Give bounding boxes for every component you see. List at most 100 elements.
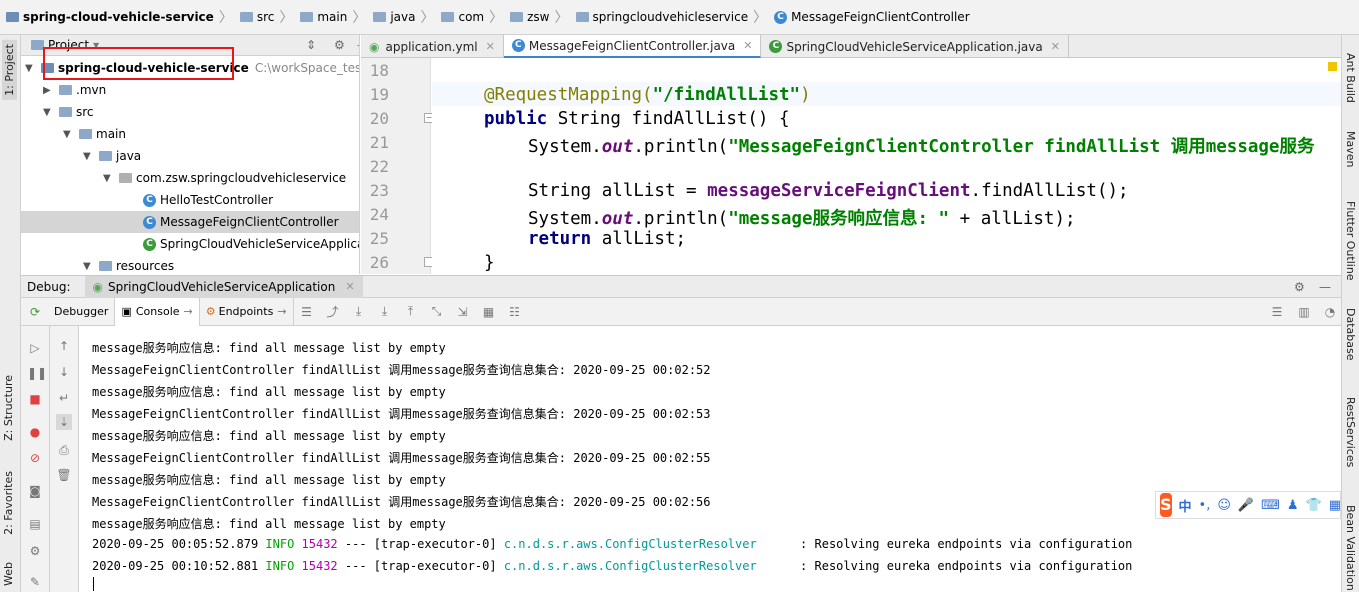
step-into-icon[interactable]: ⤓	[375, 302, 395, 322]
gear-icon[interactable]: ⚙	[27, 543, 43, 559]
code-line-20: public String findAllList() {	[484, 109, 790, 129]
drop-frame-icon[interactable]: ⤡	[427, 302, 447, 322]
resources-folder-icon	[99, 261, 112, 271]
tool-tab-database[interactable]: Database	[1344, 308, 1357, 361]
user-icon[interactable]: ♟	[1287, 498, 1299, 513]
rerun-icon[interactable]: ⟳	[25, 302, 45, 322]
camera-icon[interactable]: ◙	[27, 483, 43, 499]
close-icon[interactable]: ✕	[1051, 40, 1060, 53]
skin-icon[interactable]: 👕	[1306, 498, 1322, 513]
close-icon[interactable]: ✕	[345, 280, 354, 293]
breadcrumb-item-zsw[interactable]: zsw 〉	[510, 7, 575, 27]
tool-tab-structure[interactable]: Z: Structure	[2, 375, 15, 441]
breadcrumb-item-package[interactable]: springcloudvehicleservice 〉	[575, 7, 775, 27]
tool-tab-flutter-outline[interactable]: Flutter Outline	[1344, 201, 1357, 281]
show-execution-point-icon[interactable]: ⤴	[323, 302, 343, 322]
console-line: message服务响应信息: find all message list by …	[92, 341, 446, 355]
tree-item-mvn[interactable]: ▶ .mvn	[43, 79, 106, 101]
debug-panel-header: Debug: ◉ SpringCloudVehicleServiceApplic…	[21, 275, 1341, 298]
line-number: 22	[369, 157, 389, 176]
console-output[interactable]: message服务响应信息: find all message list by …	[80, 326, 1341, 592]
code-line-23: String allList = messageServiceFeignClie…	[528, 181, 1129, 201]
soft-wrap-icon[interactable]: ↵	[56, 390, 72, 406]
tool-tab-favorites[interactable]: 2: Favorites	[2, 471, 15, 535]
console-side-toolbar: ↑ ↓ ↵ ⇣ ⎙ 🗑	[50, 326, 79, 592]
tab-messagefeignclientcontroller[interactable]: C MessageFeignClientController.java ✕	[503, 35, 762, 58]
tree-item-hellotestcontroller[interactable]: C HelloTestController	[143, 189, 273, 211]
emoji-icon[interactable]: ☺	[1217, 498, 1231, 513]
close-icon[interactable]: ✕	[486, 40, 495, 53]
class-icon: C	[511, 39, 525, 52]
pin-icon[interactable]: ✎	[27, 574, 43, 590]
tree-item-java[interactable]: ▼ java	[83, 145, 141, 167]
tool-tab-restservices[interactable]: RestServices	[1344, 397, 1357, 467]
class-icon: C	[143, 193, 156, 207]
evaluate-icon[interactable]: ▦	[479, 302, 499, 322]
layout-icon[interactable]: ▤	[27, 516, 43, 532]
tool-tab-ant-build[interactable]: Ant Build	[1344, 53, 1357, 103]
debug-session-tab[interactable]: ◉ SpringCloudVehicleServiceApplication ✕	[84, 275, 363, 298]
hide-icon[interactable]: —	[357, 38, 359, 52]
breadcrumb-item-class[interactable]: C MessageFeignClientController	[774, 10, 970, 24]
mute-breakpoints-icon[interactable]: ⊘	[27, 450, 43, 466]
pause-icon[interactable]: ❚❚	[27, 365, 47, 381]
line-number: 26	[369, 253, 389, 272]
run-to-cursor-icon[interactable]: ⇲	[453, 302, 473, 322]
tab-springcloudvehicleserviceapplication[interactable]: C SpringCloudVehicleServiceApplication.j…	[761, 35, 1069, 58]
tab-debugger[interactable]: Debugger	[48, 297, 116, 326]
breadcrumb-item-com[interactable]: com 〉	[441, 7, 510, 27]
tree-item-src[interactable]: ▼ src	[43, 101, 94, 123]
module-icon	[6, 12, 19, 22]
collapse-all-icon[interactable]: ⇕	[306, 38, 316, 52]
trace-icon[interactable]: ☷	[505, 302, 525, 322]
keyboard-icon[interactable]: ⌨	[1261, 498, 1280, 513]
console-log-line: 2020-09-25 00:05:52.879 INFO 15432 --- […	[92, 537, 1133, 551]
step-out-icon[interactable]: ⤒	[401, 302, 421, 322]
gear-icon[interactable]: ⚙	[334, 38, 345, 52]
punctuation-icon[interactable]: •,	[1199, 498, 1211, 513]
tree-item-resources[interactable]: ▼ resources	[83, 255, 174, 274]
inspection-status-icon[interactable]	[1328, 62, 1337, 71]
microphone-icon[interactable]: 🎤	[1238, 498, 1254, 513]
restore-layout-icon[interactable]: ▥	[1294, 302, 1314, 322]
stop-icon[interactable]: ■	[27, 391, 43, 407]
hide-icon[interactable]: —	[1319, 280, 1331, 294]
view-breakpoints-icon[interactable]: ●	[27, 424, 43, 440]
ime-toolbar[interactable]: S 中 •, ☺ 🎤 ⌨ ♟ 👕 ▦	[1155, 491, 1341, 519]
spring-boot-icon: ◉	[92, 279, 103, 294]
apps-grid-icon[interactable]: ▦	[1329, 498, 1341, 513]
breadcrumb-item-main[interactable]: main 〉	[300, 7, 373, 27]
print-icon[interactable]: ⎙	[56, 442, 72, 458]
tree-item-main[interactable]: ▼ main	[63, 123, 126, 145]
tab-endpoints[interactable]: ⚙ Endpoints →	[200, 297, 294, 326]
tree-item-package[interactable]: ▼ com.zsw.springcloudvehicleservice	[103, 167, 346, 189]
tool-tab-project[interactable]: 1: Project	[2, 40, 17, 100]
tool-tab-maven[interactable]: Maven	[1344, 131, 1357, 167]
scroll-to-end-icon[interactable]: ⇣	[56, 414, 72, 430]
stopwatch-icon[interactable]: ◔	[1320, 302, 1340, 322]
down-arrow-icon[interactable]: ↓	[56, 364, 72, 380]
breadcrumb-item-module[interactable]: spring-cloud-vehicle-service 〉	[6, 7, 240, 27]
ime-language-toggle[interactable]: 中	[1179, 496, 1192, 515]
breadcrumb-item-src[interactable]: src 〉	[239, 7, 301, 27]
editor-tab-bar: ◉ application.yml ✕ C MessageFeignClientC…	[361, 35, 1341, 58]
gear-icon[interactable]: ⚙	[1294, 280, 1305, 294]
tab-console[interactable]: ▣ Console →	[115, 297, 200, 326]
resume-icon[interactable]: ▷	[27, 340, 43, 356]
step-over-icon[interactable]: ⤓	[349, 302, 369, 322]
up-arrow-icon[interactable]: ↑	[56, 338, 72, 354]
trash-icon[interactable]: 🗑	[56, 467, 72, 483]
code-line-26: }	[484, 253, 495, 273]
close-icon[interactable]: ✕	[743, 39, 752, 52]
tree-item-springcloudvehicleserviceapplication[interactable]: C SpringCloudVehicleServiceApplication	[143, 233, 359, 255]
layout-icon[interactable]: ☰	[1267, 302, 1287, 322]
console-line: MessageFeignClientController findAllList…	[92, 451, 711, 465]
menu-icon[interactable]: ☰	[297, 302, 317, 322]
chevron-down-icon: ▼	[43, 106, 51, 118]
tool-tab-bean-validation[interactable]: Bean Validation	[1344, 505, 1357, 591]
tool-tab-web[interactable]: Web	[2, 562, 15, 586]
breadcrumb-item-java[interactable]: java 〉	[373, 7, 441, 27]
code-editor[interactable]: @RequestMapping("/findAllList") public S…	[432, 58, 1341, 274]
tree-item-messagefeignclientcontroller[interactable]: C MessageFeignClientController	[21, 211, 359, 233]
tab-application-yml[interactable]: ◉ application.yml ✕	[361, 35, 504, 58]
